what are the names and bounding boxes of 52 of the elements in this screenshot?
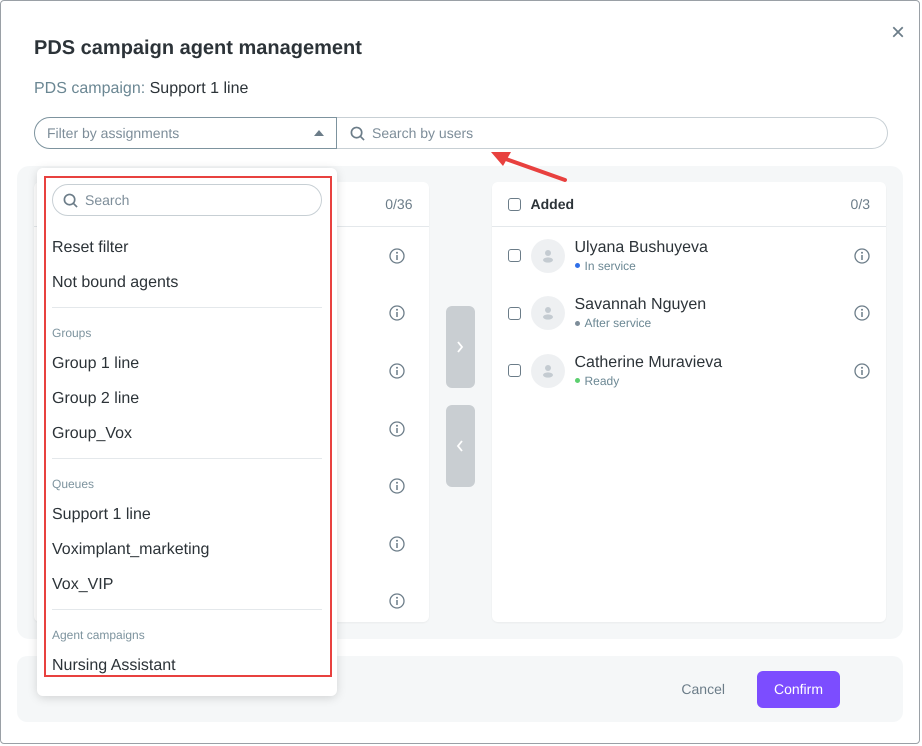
info-icon[interactable] <box>388 305 404 322</box>
user-search-field[interactable]: Search by users <box>337 117 888 149</box>
close-button[interactable]: × <box>890 23 905 43</box>
chevron-left-icon <box>456 440 464 452</box>
menu-item[interactable]: Voximplant_marketing <box>52 532 322 567</box>
info-icon[interactable] <box>388 248 404 264</box>
agent-name: Catherine Muravieva <box>574 354 724 372</box>
agent-checkbox[interactable] <box>508 249 520 262</box>
menu-item[interactable]: Not bound agents <box>52 265 322 300</box>
menu-item[interactable]: Nursing Assistant <box>52 648 322 683</box>
agent-name: Savannah Nguyen <box>574 296 708 314</box>
campaign-label: PDS campaign: <box>34 80 146 97</box>
menu-item[interactable]: Support 1 line <box>52 497 322 532</box>
info-icon[interactable] <box>854 305 870 322</box>
agent-checkbox[interactable] <box>508 364 520 378</box>
avatar-icon <box>530 238 564 273</box>
campaign-name: Support 1 line <box>150 80 248 97</box>
confirm-button[interactable]: Confirm <box>756 670 840 708</box>
added-count: 0/3 <box>850 196 870 212</box>
cancel-button[interactable]: Cancel <box>669 673 737 705</box>
available-count: 0/36 <box>385 196 412 212</box>
info-icon[interactable] <box>388 593 404 610</box>
agent-status: Ready <box>584 374 620 388</box>
menu-item[interactable]: Reset filter <box>52 230 322 265</box>
avatar-icon <box>530 296 564 330</box>
agent-checkbox[interactable] <box>508 306 520 320</box>
menu-item[interactable]: Group 1 line <box>52 346 322 381</box>
dialog-title: PDS campaign agent management <box>34 37 362 60</box>
info-icon[interactable] <box>854 362 870 379</box>
menu-item[interactable]: Group_Vox <box>52 416 322 451</box>
search-icon <box>63 193 78 208</box>
filter-placeholder: Filter by assignments <box>47 125 180 141</box>
menu-section-header: Groups <box>52 325 92 342</box>
caret-icon <box>314 130 324 136</box>
info-icon[interactable] <box>388 536 404 552</box>
agent-status: In service <box>584 258 636 273</box>
agent-status: After service <box>584 316 652 330</box>
menu-section-header: Agent campaigns <box>52 627 146 644</box>
info-icon[interactable] <box>388 478 404 494</box>
avatar-icon <box>530 354 564 388</box>
agent-name: Ulyana Bushuyeva <box>574 238 709 257</box>
menu-section-header: Queues <box>52 476 96 493</box>
select-all-checkbox[interactable] <box>508 198 520 210</box>
chevron-right-icon <box>456 341 464 353</box>
info-icon[interactable] <box>388 420 404 437</box>
info-icon[interactable] <box>388 362 404 379</box>
menu-search-field[interactable]: Search <box>52 184 322 216</box>
menu-item[interactable]: Group 2 line <box>52 381 322 416</box>
list-title: Added <box>530 196 574 212</box>
menu-item[interactable]: Vox_VIP <box>52 567 322 602</box>
info-icon[interactable] <box>854 248 870 264</box>
search-icon <box>350 126 365 141</box>
